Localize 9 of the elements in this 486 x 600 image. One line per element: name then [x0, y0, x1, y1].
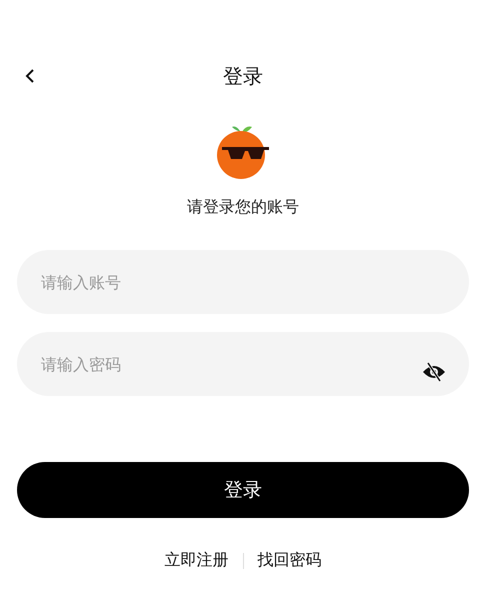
- login-button[interactable]: 登录: [17, 462, 469, 518]
- account-field[interactable]: 请输入账号: [17, 250, 469, 314]
- page-title: 登录: [223, 62, 263, 90]
- login-prompt: 请登录您的账号: [187, 197, 299, 218]
- text-link[interactable]: 立即注册: [164, 550, 228, 571]
- text-link[interactable]: 找回密码: [258, 550, 322, 571]
- back-icon[interactable]: [25, 69, 35, 83]
- eye-slash-icon[interactable]: [422, 362, 446, 382]
- password-field[interactable]: 请输入密码: [17, 332, 469, 396]
